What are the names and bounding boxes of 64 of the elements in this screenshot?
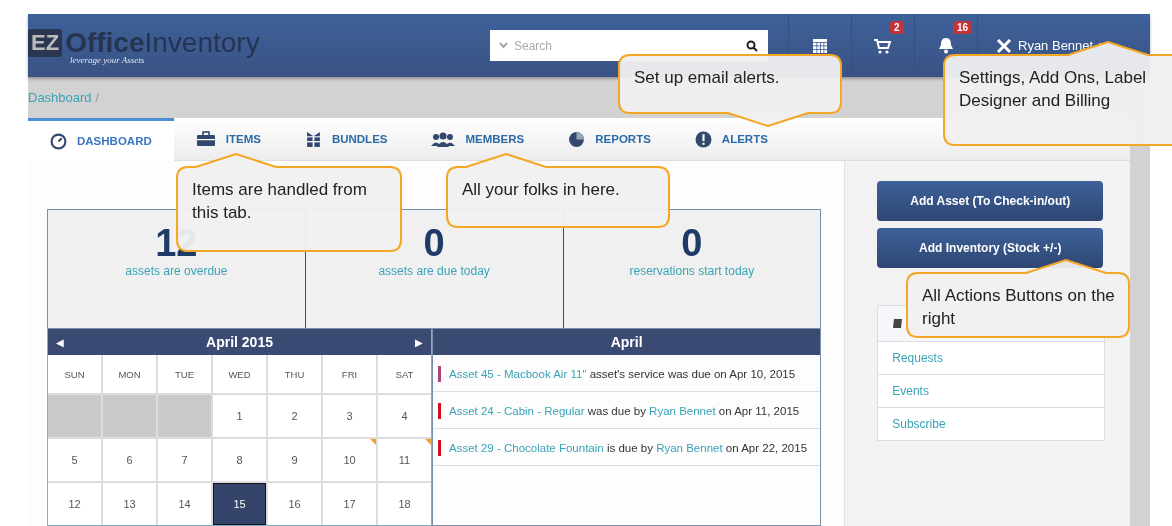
cart-icon[interactable] bbox=[874, 37, 892, 54]
weekday-label: WED bbox=[213, 355, 266, 393]
breadcrumb-separator: / bbox=[95, 90, 100, 105]
calendar-day[interactable]: 4 bbox=[378, 395, 431, 437]
calendar-day[interactable]: 11 bbox=[378, 439, 431, 481]
stat-value: 0 bbox=[423, 224, 445, 262]
calendar-day[interactable]: 17 bbox=[323, 483, 376, 525]
weekday-label: TUE bbox=[158, 355, 211, 393]
calendar-day[interactable]: 3 bbox=[323, 395, 376, 437]
briefcase-icon bbox=[195, 131, 216, 147]
event-text: Asset 45 - Macbook Air 11" asset's service was due on Apr 10, 2015 bbox=[449, 367, 796, 382]
callout-text: Items are handled from this tab. bbox=[192, 179, 368, 224]
pie-chart-icon bbox=[568, 130, 586, 148]
blank-day-cell bbox=[48, 395, 101, 437]
tab[interactable]: BUNDLES bbox=[282, 118, 410, 160]
action-button[interactable]: Add Inventory (Stock +/-) bbox=[877, 228, 1104, 268]
calendar-day[interactable]: 13 bbox=[103, 483, 156, 525]
book-icon bbox=[892, 318, 904, 329]
people-icon bbox=[431, 131, 456, 147]
next-month-button[interactable]: ▶ bbox=[415, 336, 423, 348]
search-icon[interactable] bbox=[746, 40, 758, 52]
action-button[interactable]: Add Asset (To Check-in/out) bbox=[877, 181, 1104, 221]
calendar-day[interactable]: 12 bbox=[48, 483, 101, 525]
calendar-icon[interactable] bbox=[812, 37, 828, 54]
stat-value: 12 bbox=[155, 224, 198, 262]
gauge-icon bbox=[50, 132, 67, 150]
tab[interactable]: MEMBERS bbox=[409, 118, 547, 160]
callout-text: All your folks in here. bbox=[462, 179, 621, 201]
count-badge: 2 bbox=[890, 21, 904, 34]
event-text: Asset 29 - Chocolate Fountain is due by Ryan Bennet on Apr 22, 2015 bbox=[449, 441, 808, 456]
calendar-title: April 2015 bbox=[206, 334, 273, 350]
callout-text: All Actions Buttons on the right bbox=[922, 285, 1116, 330]
calendar-day[interactable]: 5 bbox=[48, 439, 101, 481]
calendar-day[interactable]: 6 bbox=[103, 439, 156, 481]
weekday-label: SUN bbox=[48, 355, 101, 393]
logo[interactable]: EZ OfficeInventory leverage your Assets bbox=[28, 26, 490, 65]
tab[interactable]: DASHBOARD bbox=[28, 118, 174, 161]
calendar-day[interactable]: 7 bbox=[158, 439, 211, 481]
tab[interactable]: REPORTS bbox=[546, 118, 673, 160]
event-text: Asset 24 - Cabin - Regular was due by Ryan Bennet on Apr 11, 2015 bbox=[449, 404, 800, 419]
calendar-day[interactable]: 2 bbox=[268, 395, 321, 437]
calendar-day[interactable]: 15 bbox=[213, 483, 266, 525]
alert-icon bbox=[694, 130, 712, 148]
calendar-day[interactable]: 9 bbox=[268, 439, 321, 481]
callout-text: Settings, Add Ons, Label Designer and Billing bbox=[959, 67, 1148, 112]
events-title: April bbox=[610, 334, 643, 350]
calendar-day[interactable]: 18 bbox=[378, 483, 431, 525]
stat-value: 0 bbox=[681, 224, 703, 262]
calendar-day[interactable]: 1 bbox=[213, 395, 266, 437]
callout-text: Set up email alerts. bbox=[634, 67, 781, 89]
weekday-label: THU bbox=[268, 355, 321, 393]
calendar-day[interactable]: 10 bbox=[323, 439, 376, 481]
gift-icon bbox=[304, 130, 322, 148]
calendar-day[interactable]: 8 bbox=[213, 439, 266, 481]
weekday-label: SAT bbox=[378, 355, 431, 393]
previous-month-button[interactable]: ◀ bbox=[56, 336, 64, 348]
weekday-label: FRI bbox=[323, 355, 376, 393]
tools-icon[interactable] bbox=[996, 37, 1012, 54]
calendar-day[interactable]: 16 bbox=[268, 483, 321, 525]
bell-icon[interactable] bbox=[938, 37, 954, 54]
count-badge: 16 bbox=[953, 21, 973, 34]
weekday-label: MON bbox=[103, 355, 156, 393]
calendar-day[interactable]: 14 bbox=[158, 483, 211, 525]
user-menu[interactable]: Ryan Bennet bbox=[1018, 38, 1094, 53]
